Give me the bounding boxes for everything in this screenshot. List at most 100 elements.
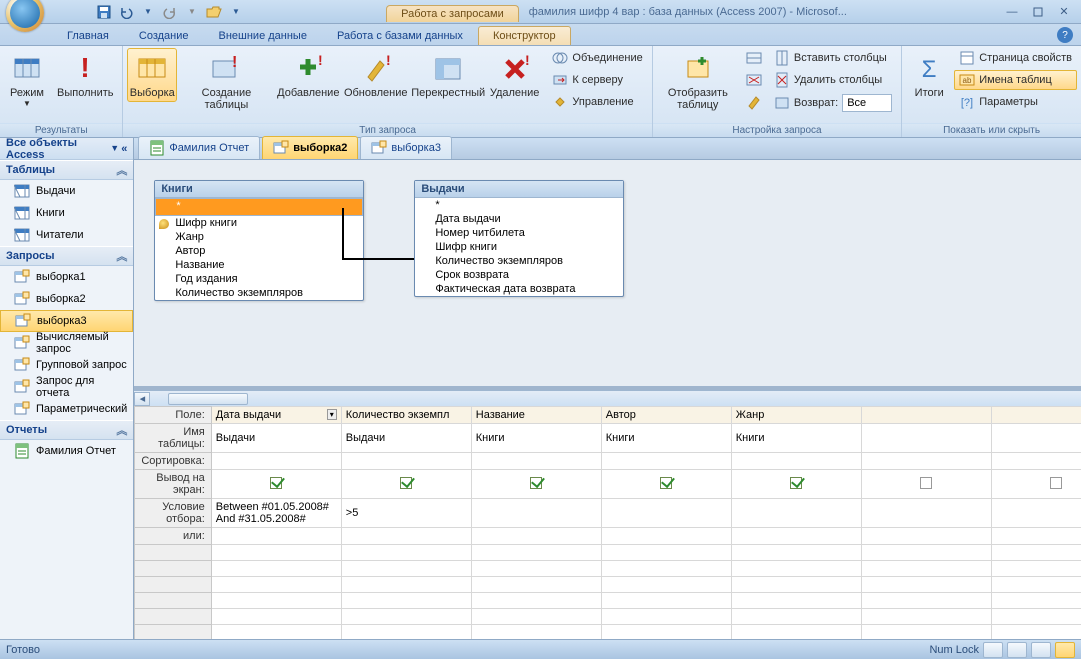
return-button[interactable]: Возврат: xyxy=(769,92,897,114)
qbe-cell[interactable] xyxy=(211,609,341,625)
tab-database-tools[interactable]: Работа с базами данных xyxy=(322,26,478,45)
qbe-cell[interactable] xyxy=(211,528,341,545)
view-button[interactable]: Режим▼ xyxy=(4,48,50,111)
field-row[interactable]: Номер читбилета xyxy=(415,226,623,240)
qbe-cell[interactable] xyxy=(861,407,991,424)
field-row[interactable]: Шифр книги xyxy=(155,216,363,230)
doc-tab[interactable]: выборка3 xyxy=(360,136,452,159)
table-box-issues[interactable]: Выдачи *Дата выдачиНомер читбилетаШифр к… xyxy=(414,180,624,297)
field-row[interactable]: Количество экземпляров xyxy=(415,254,623,268)
nav-group-reports[interactable]: Отчеты︽ xyxy=(0,420,133,440)
scroll-thumb[interactable] xyxy=(168,393,248,405)
view-design-button[interactable] xyxy=(1055,642,1075,658)
qbe-cell[interactable] xyxy=(341,561,471,577)
qbe-cell[interactable] xyxy=(601,499,731,528)
redo-icon[interactable] xyxy=(162,4,178,20)
qbe-cell[interactable] xyxy=(471,625,601,640)
qbe-cell[interactable] xyxy=(601,453,731,470)
qbe-cell[interactable]: Выдачи xyxy=(211,424,341,453)
qbe-cell[interactable] xyxy=(991,424,1081,453)
tab-home[interactable]: Главная xyxy=(52,26,124,45)
view-datasheet-button[interactable] xyxy=(983,642,1003,658)
qbe-cell[interactable] xyxy=(211,577,341,593)
update-button[interactable]: !Обновление xyxy=(343,48,409,102)
qbe-cell[interactable] xyxy=(861,609,991,625)
undo-icon[interactable] xyxy=(118,4,134,20)
qbe-cell[interactable] xyxy=(601,609,731,625)
qbe-cell[interactable] xyxy=(991,407,1081,424)
qbe-cell[interactable] xyxy=(601,545,731,561)
delete-cols-button[interactable]: Удалить столбцы xyxy=(769,70,897,90)
append-button[interactable]: !Добавление xyxy=(276,48,341,102)
qbe-cell[interactable] xyxy=(731,561,861,577)
field-row[interactable]: Год издания xyxy=(155,272,363,286)
qbe-cell[interactable] xyxy=(341,609,471,625)
qbe-cell[interactable]: Between #01.05.2008# And #31.05.2008# xyxy=(211,499,341,528)
qbe-cell[interactable] xyxy=(471,561,601,577)
insert-rows-button[interactable] xyxy=(741,48,767,68)
undo-dropdown-icon[interactable]: ▼ xyxy=(140,4,156,20)
qbe-cell[interactable]: Книги xyxy=(731,424,861,453)
nav-item[interactable]: Групповой запрос xyxy=(0,354,133,376)
qbe-cell[interactable] xyxy=(991,545,1081,561)
checkbox-icon[interactable] xyxy=(660,477,672,489)
qbe-cell[interactable] xyxy=(731,453,861,470)
field-row[interactable]: Количество экземпляров xyxy=(155,286,363,300)
qbe-cell[interactable]: Книги xyxy=(471,424,601,453)
qbe-cell[interactable] xyxy=(341,625,471,640)
field-row[interactable]: Дата выдачи xyxy=(415,212,623,226)
qbe-cell[interactable] xyxy=(991,609,1081,625)
qat-customize-icon[interactable]: ▼ xyxy=(228,4,244,20)
qbe-cell[interactable] xyxy=(601,561,731,577)
maximize-button[interactable] xyxy=(1027,4,1049,20)
field-row[interactable]: Фактическая дата возврата xyxy=(415,282,623,296)
qbe-cell[interactable] xyxy=(341,470,471,499)
qbe-cell[interactable] xyxy=(731,577,861,593)
delete-rows-button[interactable] xyxy=(741,70,767,90)
field-row[interactable]: Автор xyxy=(155,244,363,258)
minimize-button[interactable]: — xyxy=(1001,4,1023,20)
run-button[interactable]: !Выполнить xyxy=(52,48,118,102)
qbe-cell[interactable]: >5 xyxy=(341,499,471,528)
qbe-cell[interactable] xyxy=(211,593,341,609)
qbe-cell[interactable] xyxy=(731,609,861,625)
qbe-cell[interactable]: Дата выдачи▾ xyxy=(211,407,341,424)
builder-button[interactable] xyxy=(741,92,767,112)
qbe-cell[interactable] xyxy=(731,593,861,609)
parameters-button[interactable]: [?]Параметры xyxy=(954,92,1077,112)
show-table-button[interactable]: Отобразить таблицу xyxy=(657,48,739,114)
qbe-cell[interactable] xyxy=(731,499,861,528)
qbe-cell[interactable] xyxy=(861,453,991,470)
tab-design[interactable]: Конструктор xyxy=(478,26,571,45)
qbe-cell[interactable] xyxy=(601,470,731,499)
qbe-cell[interactable] xyxy=(211,470,341,499)
nav-group-queries[interactable]: Запросы︽ xyxy=(0,246,133,266)
qbe-cell[interactable] xyxy=(991,625,1081,640)
qbe-cell[interactable] xyxy=(861,593,991,609)
qbe-cell[interactable] xyxy=(341,577,471,593)
scroll-left-icon[interactable]: ◂ xyxy=(134,392,150,406)
insert-cols-button[interactable]: Вставить столбцы xyxy=(769,48,897,68)
data-def-button[interactable]: Управление xyxy=(547,92,647,112)
qbe-cell[interactable] xyxy=(731,545,861,561)
qbe-cell[interactable] xyxy=(471,577,601,593)
view-pivot-button[interactable] xyxy=(1031,642,1051,658)
qbe-cell[interactable]: Автор xyxy=(601,407,731,424)
checkbox-icon[interactable] xyxy=(270,477,282,489)
qbe-cell[interactable]: Книги xyxy=(601,424,731,453)
table-box-books[interactable]: Книги *Шифр книгиЖанрАвторНазваниеГод из… xyxy=(154,180,364,301)
qbe-cell[interactable]: Название xyxy=(471,407,601,424)
checkbox-icon[interactable] xyxy=(400,477,412,489)
nav-item[interactable]: Вычисляемый запрос xyxy=(0,332,133,354)
passthrough-button[interactable]: К серверу xyxy=(547,70,647,90)
nav-item[interactable]: Читатели xyxy=(0,224,133,246)
nav-item[interactable]: Книги xyxy=(0,202,133,224)
delete-button[interactable]: !Удаление xyxy=(488,48,542,102)
checkbox-icon[interactable] xyxy=(530,477,542,489)
qbe-grid[interactable]: Поле:Дата выдачи▾Количество экземплНазва… xyxy=(134,406,1081,639)
nav-group-tables[interactable]: Таблицы︽ xyxy=(0,160,133,180)
qbe-cell[interactable]: Выдачи xyxy=(341,424,471,453)
qbe-cell[interactable] xyxy=(861,499,991,528)
nav-header[interactable]: Все объекты Access▼ « xyxy=(0,138,133,160)
nav-item[interactable]: Фамилия Отчет xyxy=(0,440,133,462)
